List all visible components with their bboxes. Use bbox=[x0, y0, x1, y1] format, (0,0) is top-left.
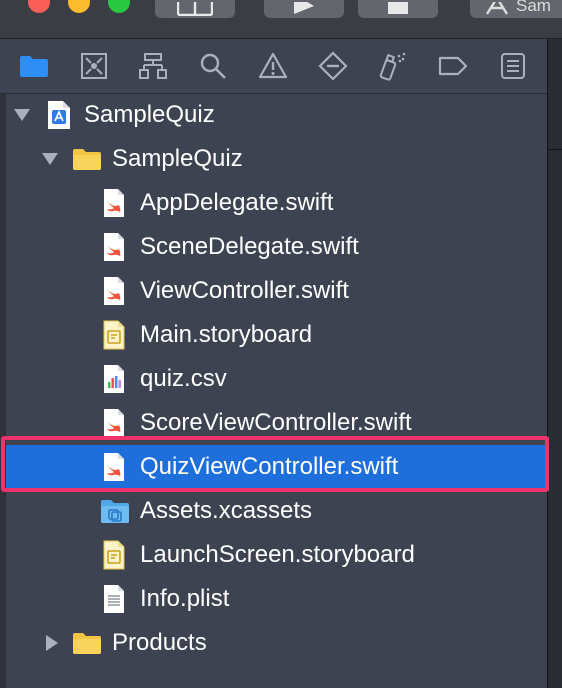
toggle-navigator-button[interactable] bbox=[155, 0, 235, 18]
editor-divider bbox=[548, 149, 562, 150]
tree-row-file[interactable]: AppDelegate.swift bbox=[6, 181, 547, 225]
tree-row-group[interactable]: SampleQuiz bbox=[6, 137, 547, 181]
tree-label: Products bbox=[112, 629, 207, 656]
source-control-icon[interactable] bbox=[79, 51, 109, 81]
folder-icon[interactable] bbox=[19, 51, 49, 81]
search-icon[interactable] bbox=[198, 51, 228, 81]
navigator-selector-bar bbox=[0, 39, 547, 94]
tree-row-project[interactable]: SampleQuiz bbox=[6, 93, 547, 137]
tree-row-file[interactable]: Info.plist bbox=[6, 577, 547, 621]
tree-row-file[interactable]: LaunchScreen.storyboard bbox=[6, 533, 547, 577]
run-button[interactable] bbox=[264, 0, 344, 18]
warning-icon[interactable] bbox=[258, 51, 288, 81]
tree-label: Assets.xcassets bbox=[140, 497, 313, 524]
disclosure-collapsed-icon[interactable] bbox=[44, 635, 60, 651]
stop-button[interactable] bbox=[358, 0, 438, 18]
sidebar-layout-icon bbox=[177, 2, 213, 16]
test-diamond-icon[interactable] bbox=[318, 51, 348, 81]
folder-icon bbox=[73, 633, 101, 654]
window-toolbar: Sam bbox=[0, 0, 562, 39]
asset-catalog-icon bbox=[101, 500, 129, 523]
swift-file-icon bbox=[104, 277, 124, 305]
tree-label: ScoreViewController.swift bbox=[140, 409, 412, 436]
hierarchy-icon[interactable] bbox=[138, 51, 168, 81]
scheme-label: Sam bbox=[516, 0, 551, 15]
close-window-button[interactable] bbox=[28, 0, 50, 13]
disclosure-expanded-icon[interactable] bbox=[14, 107, 30, 123]
disclosure-expanded-icon[interactable] bbox=[42, 151, 58, 167]
tree-label: SampleQuiz bbox=[84, 101, 215, 128]
tree-label: quiz.csv bbox=[140, 365, 227, 392]
swift-file-icon bbox=[104, 409, 124, 437]
tree-label: SampleQuiz bbox=[112, 145, 243, 172]
tree-row-file[interactable]: quiz.csv bbox=[6, 357, 547, 401]
report-icon[interactable] bbox=[498, 51, 528, 81]
tree-label: Info.plist bbox=[140, 585, 230, 612]
scheme-selector[interactable]: Sam bbox=[470, 0, 562, 18]
tree-row-file[interactable]: Assets.xcassets bbox=[6, 489, 547, 533]
scheme-app-icon bbox=[485, 2, 509, 15]
xcode-project-icon bbox=[48, 101, 70, 129]
swift-file-icon bbox=[104, 233, 124, 261]
breakpoint-tag-icon[interactable] bbox=[438, 51, 468, 81]
csv-file-icon bbox=[104, 365, 124, 393]
editor-edge bbox=[547, 39, 562, 688]
tree-label: ViewController.swift bbox=[140, 277, 349, 304]
folder-icon bbox=[73, 149, 101, 170]
selection-highlight-annotation bbox=[1, 436, 549, 492]
storyboard-file-icon bbox=[103, 540, 125, 570]
tree-label: SceneDelegate.swift bbox=[140, 233, 359, 260]
zoom-window-button[interactable] bbox=[108, 0, 130, 13]
play-icon bbox=[294, 2, 314, 14]
tree-label: AppDelegate.swift bbox=[140, 189, 334, 216]
stop-icon bbox=[388, 2, 408, 14]
storyboard-file-icon bbox=[103, 320, 125, 350]
tree-row-file[interactable]: SceneDelegate.swift bbox=[6, 225, 547, 269]
tree-row-products[interactable]: Products bbox=[6, 621, 547, 665]
tree-row-file[interactable]: ViewController.swift bbox=[6, 269, 547, 313]
debug-spray-icon[interactable] bbox=[378, 51, 408, 81]
tree-row-file[interactable]: Main.storyboard bbox=[6, 313, 547, 357]
tree-label: LaunchScreen.storyboard bbox=[140, 541, 415, 568]
swift-file-icon bbox=[104, 189, 124, 217]
plist-file-icon bbox=[104, 585, 124, 613]
tree-label: Main.storyboard bbox=[140, 321, 313, 348]
minimize-window-button[interactable] bbox=[68, 0, 90, 13]
